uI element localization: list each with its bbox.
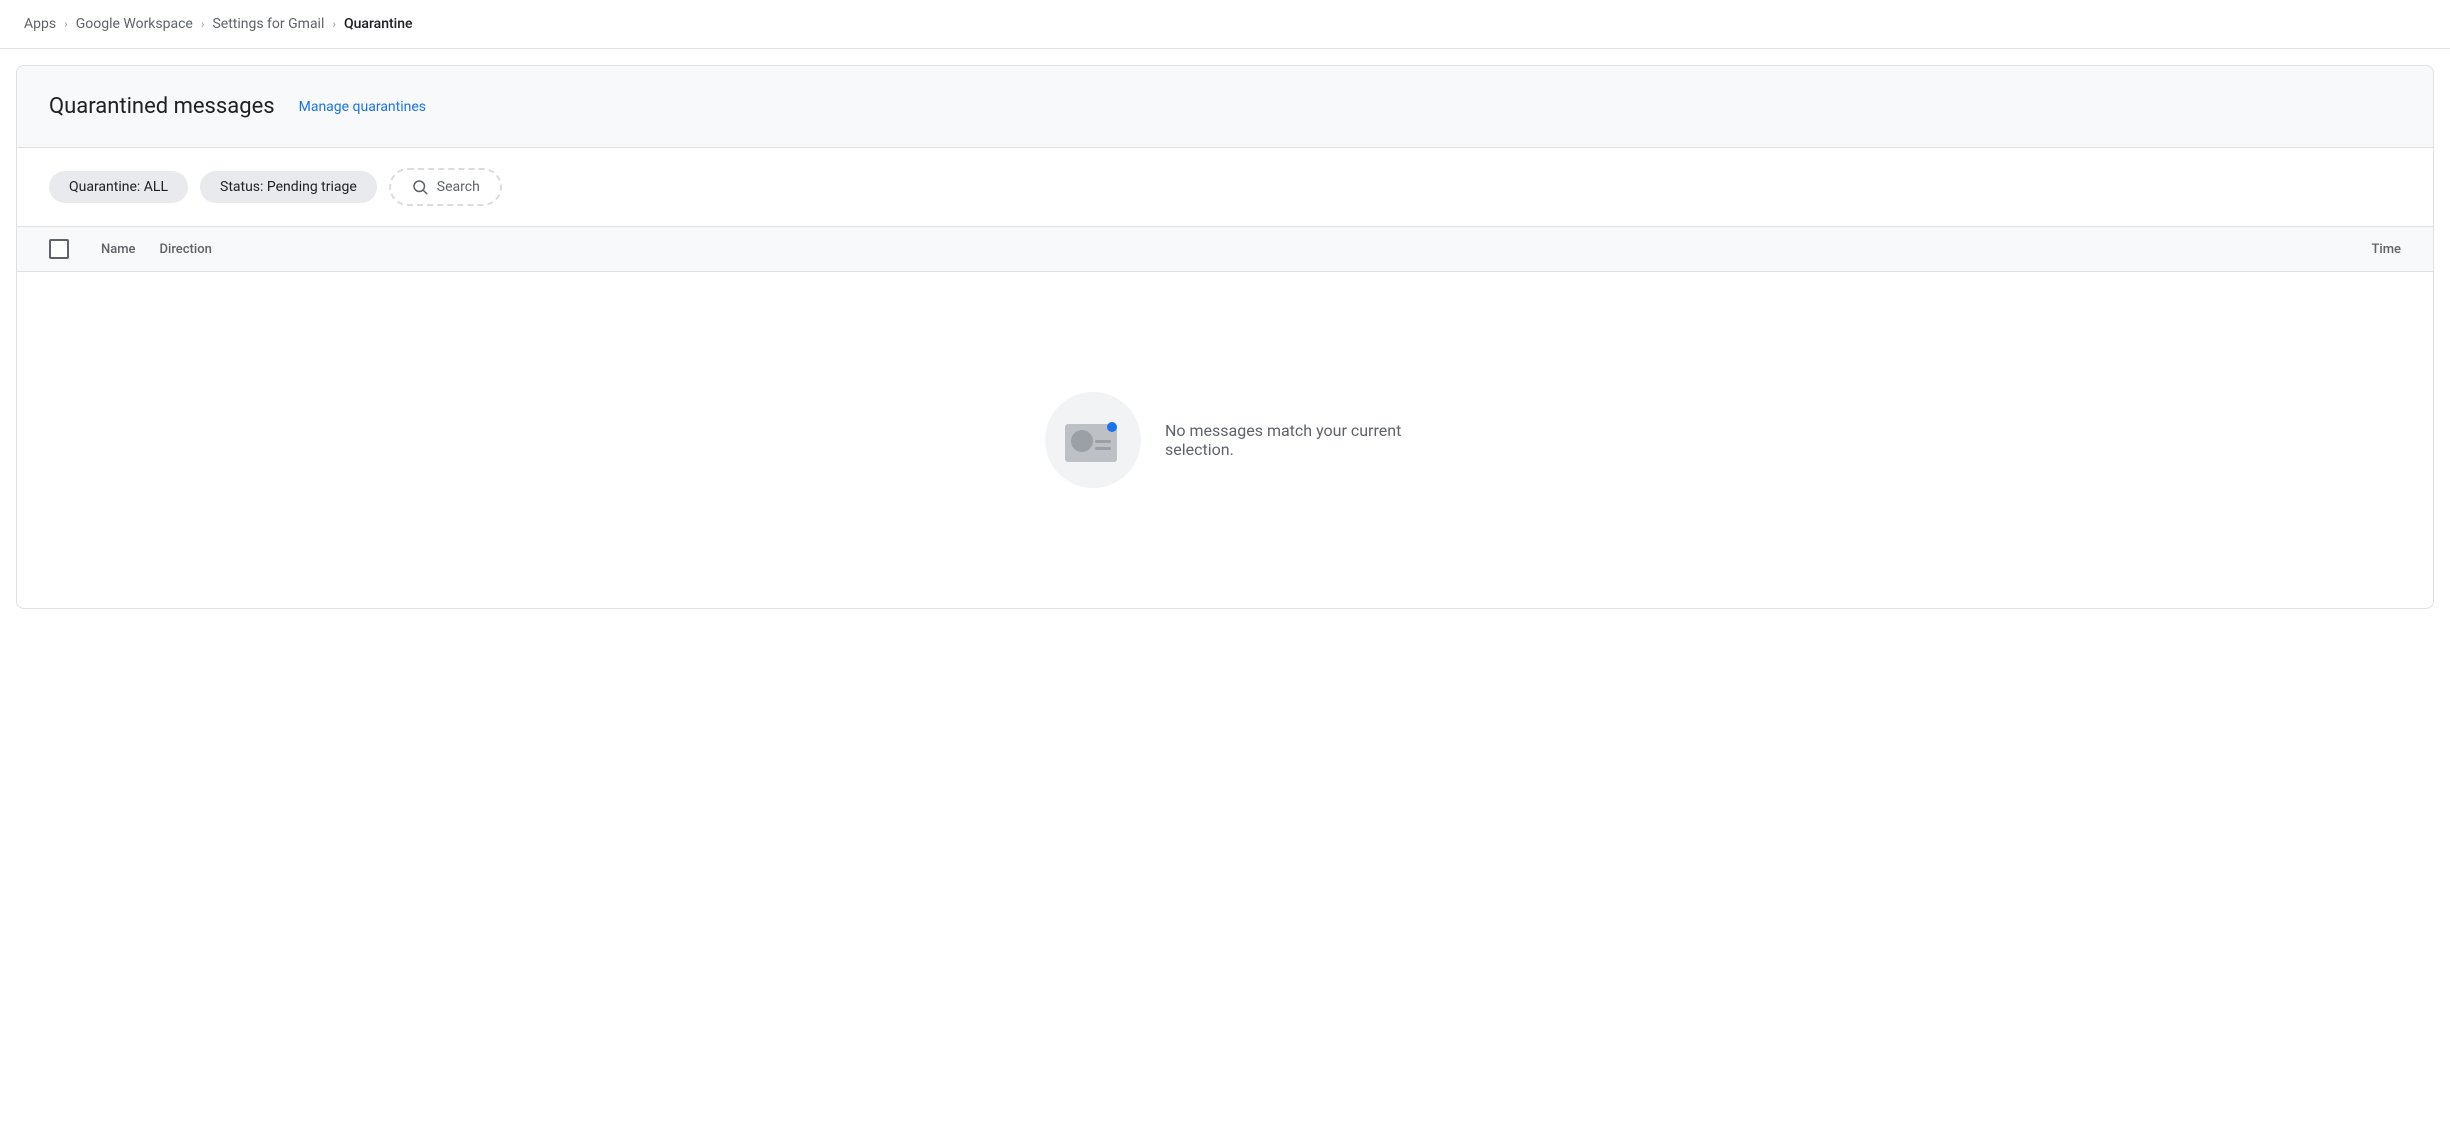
breadcrumb: Apps › Google Workspace › Settings for G…: [0, 0, 2450, 49]
search-button[interactable]: Search: [389, 168, 502, 206]
breadcrumb-separator-3: ›: [332, 17, 336, 31]
column-time: Time: [2371, 242, 2401, 257]
breadcrumb-google-workspace[interactable]: Google Workspace: [76, 16, 193, 32]
envelope-lines: [1095, 440, 1111, 450]
empty-state: No messages match your current selection…: [17, 272, 2433, 608]
status-filter-chip[interactable]: Status: Pending triage: [200, 171, 377, 203]
filter-bar: Quarantine: ALL Status: Pending triage S…: [17, 148, 2433, 227]
envelope-face: [1071, 430, 1093, 452]
envelope-badge: [1107, 422, 1117, 432]
empty-state-content: No messages match your current selection…: [1045, 392, 1405, 488]
table-header: Name Direction Time: [17, 227, 2433, 272]
section-title: Quarantined messages: [49, 94, 275, 119]
empty-state-icon: [1045, 392, 1141, 488]
breadcrumb-settings-for-gmail[interactable]: Settings for Gmail: [212, 16, 324, 32]
envelope-line-1: [1095, 440, 1111, 443]
breadcrumb-apps[interactable]: Apps: [24, 16, 56, 32]
breadcrumb-separator-1: ›: [64, 17, 68, 31]
breadcrumb-separator-2: ›: [201, 17, 205, 31]
manage-quarantines-link[interactable]: Manage quarantines: [299, 99, 426, 115]
envelope-line-2: [1095, 447, 1111, 450]
quarantine-filter-chip[interactable]: Quarantine: ALL: [49, 171, 188, 203]
empty-state-message: No messages match your current selection…: [1165, 421, 1405, 459]
select-all-checkbox[interactable]: [49, 239, 69, 259]
search-icon: [411, 178, 429, 196]
section-header: Quarantined messages Manage quarantines: [17, 66, 2433, 148]
search-label: Search: [437, 179, 480, 195]
breadcrumb-quarantine: Quarantine: [344, 16, 413, 32]
envelope-graphic: [1065, 418, 1121, 462]
column-direction: Direction: [160, 242, 212, 257]
main-panel: Quarantined messages Manage quarantines …: [16, 65, 2434, 609]
column-name: Name: [101, 242, 136, 257]
quarantine-filter-label: Quarantine: ALL: [69, 179, 168, 195]
status-filter-label: Status: Pending triage: [220, 179, 357, 195]
